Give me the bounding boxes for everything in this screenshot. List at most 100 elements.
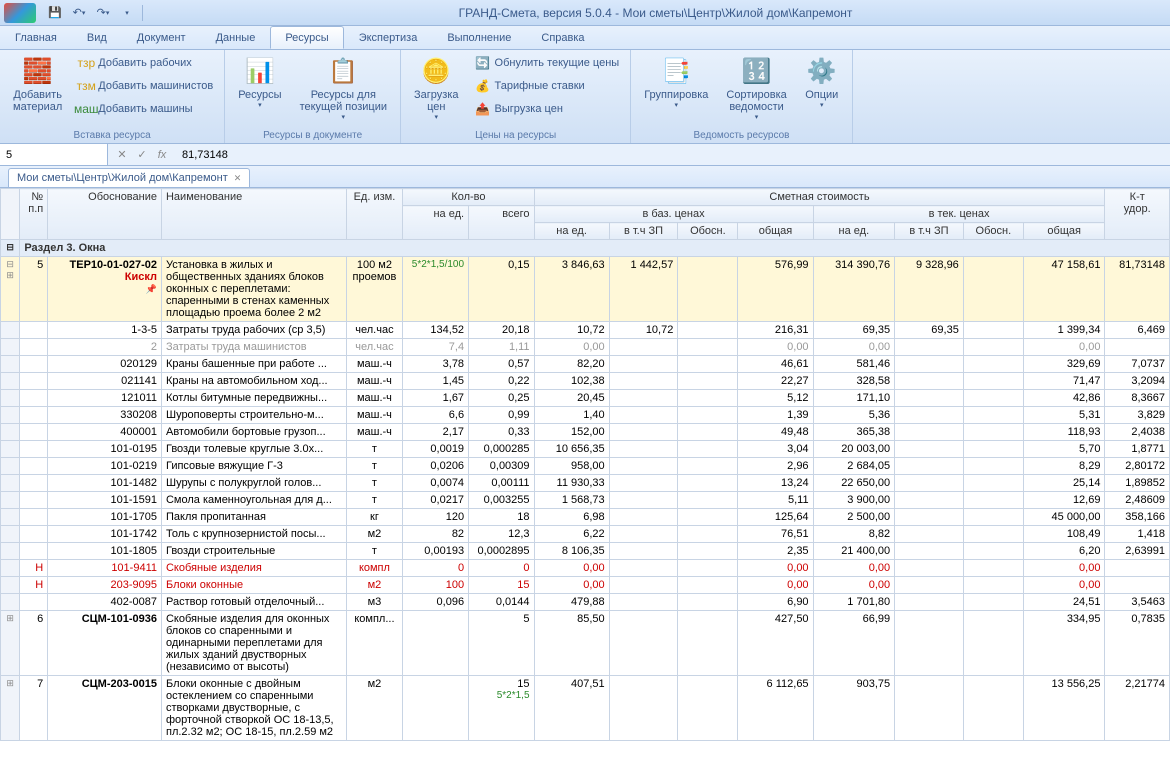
sort-icon: 🔢 <box>741 55 773 87</box>
coins-icon: 🪙 <box>420 55 452 87</box>
reset-icon: 🔄 <box>475 55 491 71</box>
table-row[interactable]: 101-1705Пакля пропитаннаякг120186,98125,… <box>1 509 1170 526</box>
resources-button[interactable]: 📊Ресурсы▾ <box>231 52 288 112</box>
formula-input[interactable]: 81,73148 <box>176 149 1170 161</box>
expand-icon[interactable] <box>1 322 20 339</box>
redo-icon[interactable]: ↷▾ <box>92 3 114 23</box>
tariff-icon: 💰 <box>475 78 491 94</box>
add-material-button[interactable]: 🧱 Добавить материал <box>6 52 69 116</box>
data-grid[interactable]: № п.п Обоснование Наименование Ед. изм. … <box>0 188 1170 781</box>
expand-icon[interactable] <box>1 594 20 611</box>
expand-icon[interactable] <box>1 390 20 407</box>
options-icon: ⚙️ <box>806 55 838 87</box>
table-row[interactable]: 402-0087Раствор готовый отделочный...м30… <box>1 594 1170 611</box>
table-row[interactable]: 020129Краны башенные при работе ...маш.-… <box>1 356 1170 373</box>
expand-icon[interactable]: ⊟ ⊞ <box>1 257 20 322</box>
table-row[interactable]: 101-0219Гипсовые вяжущие Г-3т0,02060,003… <box>1 458 1170 475</box>
quick-access-toolbar: 💾 ↶▾ ↷▾ ▾ <box>44 3 145 23</box>
worker-icon: тзр <box>78 55 94 71</box>
expand-icon[interactable] <box>1 577 20 594</box>
table-row[interactable]: 101-0195Гвозди толевые круглые 3.0х...т0… <box>1 441 1170 458</box>
save-icon[interactable]: 💾 <box>44 3 66 23</box>
expand-icon[interactable] <box>1 339 20 356</box>
table-row[interactable]: 2Затраты труда машинистовчел.час7,41,110… <box>1 339 1170 356</box>
resources-pos-icon: 📋 <box>327 55 359 87</box>
table-row[interactable]: 101-1805Гвозди строительныет0,001930,000… <box>1 543 1170 560</box>
header-kt[interactable]: К-т удор. <box>1105 189 1170 240</box>
tariff-button[interactable]: 💰Тарифные ставки <box>470 75 625 97</box>
ribbon: 🧱 Добавить материал тзрДобавить рабочих … <box>0 50 1170 144</box>
collapse-icon[interactable]: ⊟ <box>1 240 20 257</box>
header-kv[interactable]: Кол-во <box>403 189 534 206</box>
expand-icon[interactable] <box>1 475 20 492</box>
resources-icon: 📊 <box>244 55 276 87</box>
table-row[interactable]: 021141Краны на автомобильном ход...маш.-… <box>1 373 1170 390</box>
grouping-button[interactable]: 📑Группировка▾ <box>637 52 715 112</box>
expand-icon[interactable] <box>1 407 20 424</box>
accept-formula-icon[interactable]: ✓ <box>132 146 152 164</box>
fx-icon[interactable]: fx <box>152 146 172 164</box>
formula-bar: 5 ✕ ✓ fx 81,73148 <box>0 144 1170 166</box>
table-row[interactable]: 101-1742Толь с крупнозернистой посы...м2… <box>1 526 1170 543</box>
export-icon: 📤 <box>475 101 491 117</box>
menu-bar: ГлавнаяВидДокументДанныеРесурсыЭкспертиз… <box>0 26 1170 50</box>
title-bar: 💾 ↶▾ ↷▾ ▾ ГРАНД-Смета, версия 5.0.4 - Мо… <box>0 0 1170 26</box>
close-tab-icon[interactable]: ✕ <box>234 173 242 184</box>
load-prices-button[interactable]: 🪙Загрузка цен▾ <box>407 52 465 124</box>
options-button[interactable]: ⚙️Опции▾ <box>798 52 846 112</box>
expand-icon[interactable] <box>1 458 20 475</box>
expand-icon[interactable]: ⊞ <box>1 611 20 676</box>
header-ed[interactable]: Ед. изм. <box>346 189 403 240</box>
unload-prices-button[interactable]: 📤Выгрузка цен <box>470 98 625 120</box>
menu-данные[interactable]: Данные <box>201 26 271 49</box>
table-row[interactable]: 101-1482Шурупы с полукруглой голов...т0,… <box>1 475 1170 492</box>
qat-more-icon[interactable]: ▾ <box>116 3 138 23</box>
header-npp[interactable]: № п.п <box>20 189 48 240</box>
table-row[interactable]: Н203-9095Блоки оконныем2100150,000,000,0… <box>1 577 1170 594</box>
header-sm[interactable]: Сметная стоимость <box>534 189 1105 206</box>
table-row[interactable]: 121011Котлы битумные передвижны...маш.-ч… <box>1 390 1170 407</box>
undo-icon[interactable]: ↶▾ <box>68 3 90 23</box>
menu-справка[interactable]: Справка <box>526 26 599 49</box>
add-workers-button[interactable]: тзрДобавить рабочих <box>73 52 218 74</box>
expand-icon[interactable] <box>1 560 20 577</box>
expand-icon[interactable] <box>1 424 20 441</box>
menu-документ[interactable]: Документ <box>122 26 201 49</box>
menu-экспертиза[interactable]: Экспертиза <box>344 26 433 49</box>
table-row[interactable]: 400001Автомобили бортовые грузоп...маш.-… <box>1 424 1170 441</box>
machinist-icon: тзм <box>78 78 94 94</box>
add-machinists-button[interactable]: тзмДобавить машинистов <box>73 75 218 97</box>
menu-ресурсы[interactable]: Ресурсы <box>270 26 343 49</box>
window-title: ГРАНД-Смета, версия 5.0.4 - Мои сметы\Це… <box>145 6 1166 20</box>
group-icon: 📑 <box>660 55 692 87</box>
ribbon-group-label: Вставка ресурса <box>6 128 218 143</box>
table-row[interactable]: ⊞6СЦМ-101-0936Скобяные изделия для оконн… <box>1 611 1170 676</box>
expand-icon[interactable] <box>1 373 20 390</box>
expand-icon[interactable] <box>1 441 20 458</box>
menu-вид[interactable]: Вид <box>72 26 122 49</box>
sort-button[interactable]: 🔢Сортировка ведомости▾ <box>719 52 793 124</box>
expand-icon[interactable] <box>1 356 20 373</box>
header-obos[interactable]: Обоснование <box>48 189 162 240</box>
table-row[interactable]: Н101-9411Скобяные изделиякомпл000,000,00… <box>1 560 1170 577</box>
table-row[interactable]: 101-1591Смола каменноугольная для д...т0… <box>1 492 1170 509</box>
resources-position-button[interactable]: 📋Ресурсы для текущей позиции▾ <box>293 52 394 124</box>
document-tab[interactable]: Мои сметы\Центр\Жилой дом\Капремонт ✕ <box>8 168 250 187</box>
table-row[interactable]: 330208Шуроповерты строительно-м...маш.-ч… <box>1 407 1170 424</box>
expand-icon[interactable] <box>1 509 20 526</box>
expand-icon[interactable]: ⊞ <box>1 676 20 741</box>
cell-reference[interactable]: 5 <box>0 144 108 165</box>
reset-prices-button[interactable]: 🔄Обнулить текущие цены <box>470 52 625 74</box>
table-row[interactable]: 1-3-5Затраты труда рабочих (ср 3,5)чел.ч… <box>1 322 1170 339</box>
table-row[interactable]: ⊟ ⊞5ТЕР10-01-027-02Кискл 📌Установка в жи… <box>1 257 1170 322</box>
cancel-formula-icon[interactable]: ✕ <box>112 146 132 164</box>
section-title: Раздел 3. Окна <box>20 240 1170 257</box>
menu-выполнение[interactable]: Выполнение <box>432 26 526 49</box>
add-machines-button[interactable]: машДобавить машины <box>73 98 218 120</box>
expand-icon[interactable] <box>1 543 20 560</box>
menu-главная[interactable]: Главная <box>0 26 72 49</box>
header-name[interactable]: Наименование <box>161 189 346 240</box>
expand-icon[interactable] <box>1 526 20 543</box>
table-row[interactable]: ⊞7СЦМ-203-0015Блоки оконные с двойным ос… <box>1 676 1170 741</box>
expand-icon[interactable] <box>1 492 20 509</box>
